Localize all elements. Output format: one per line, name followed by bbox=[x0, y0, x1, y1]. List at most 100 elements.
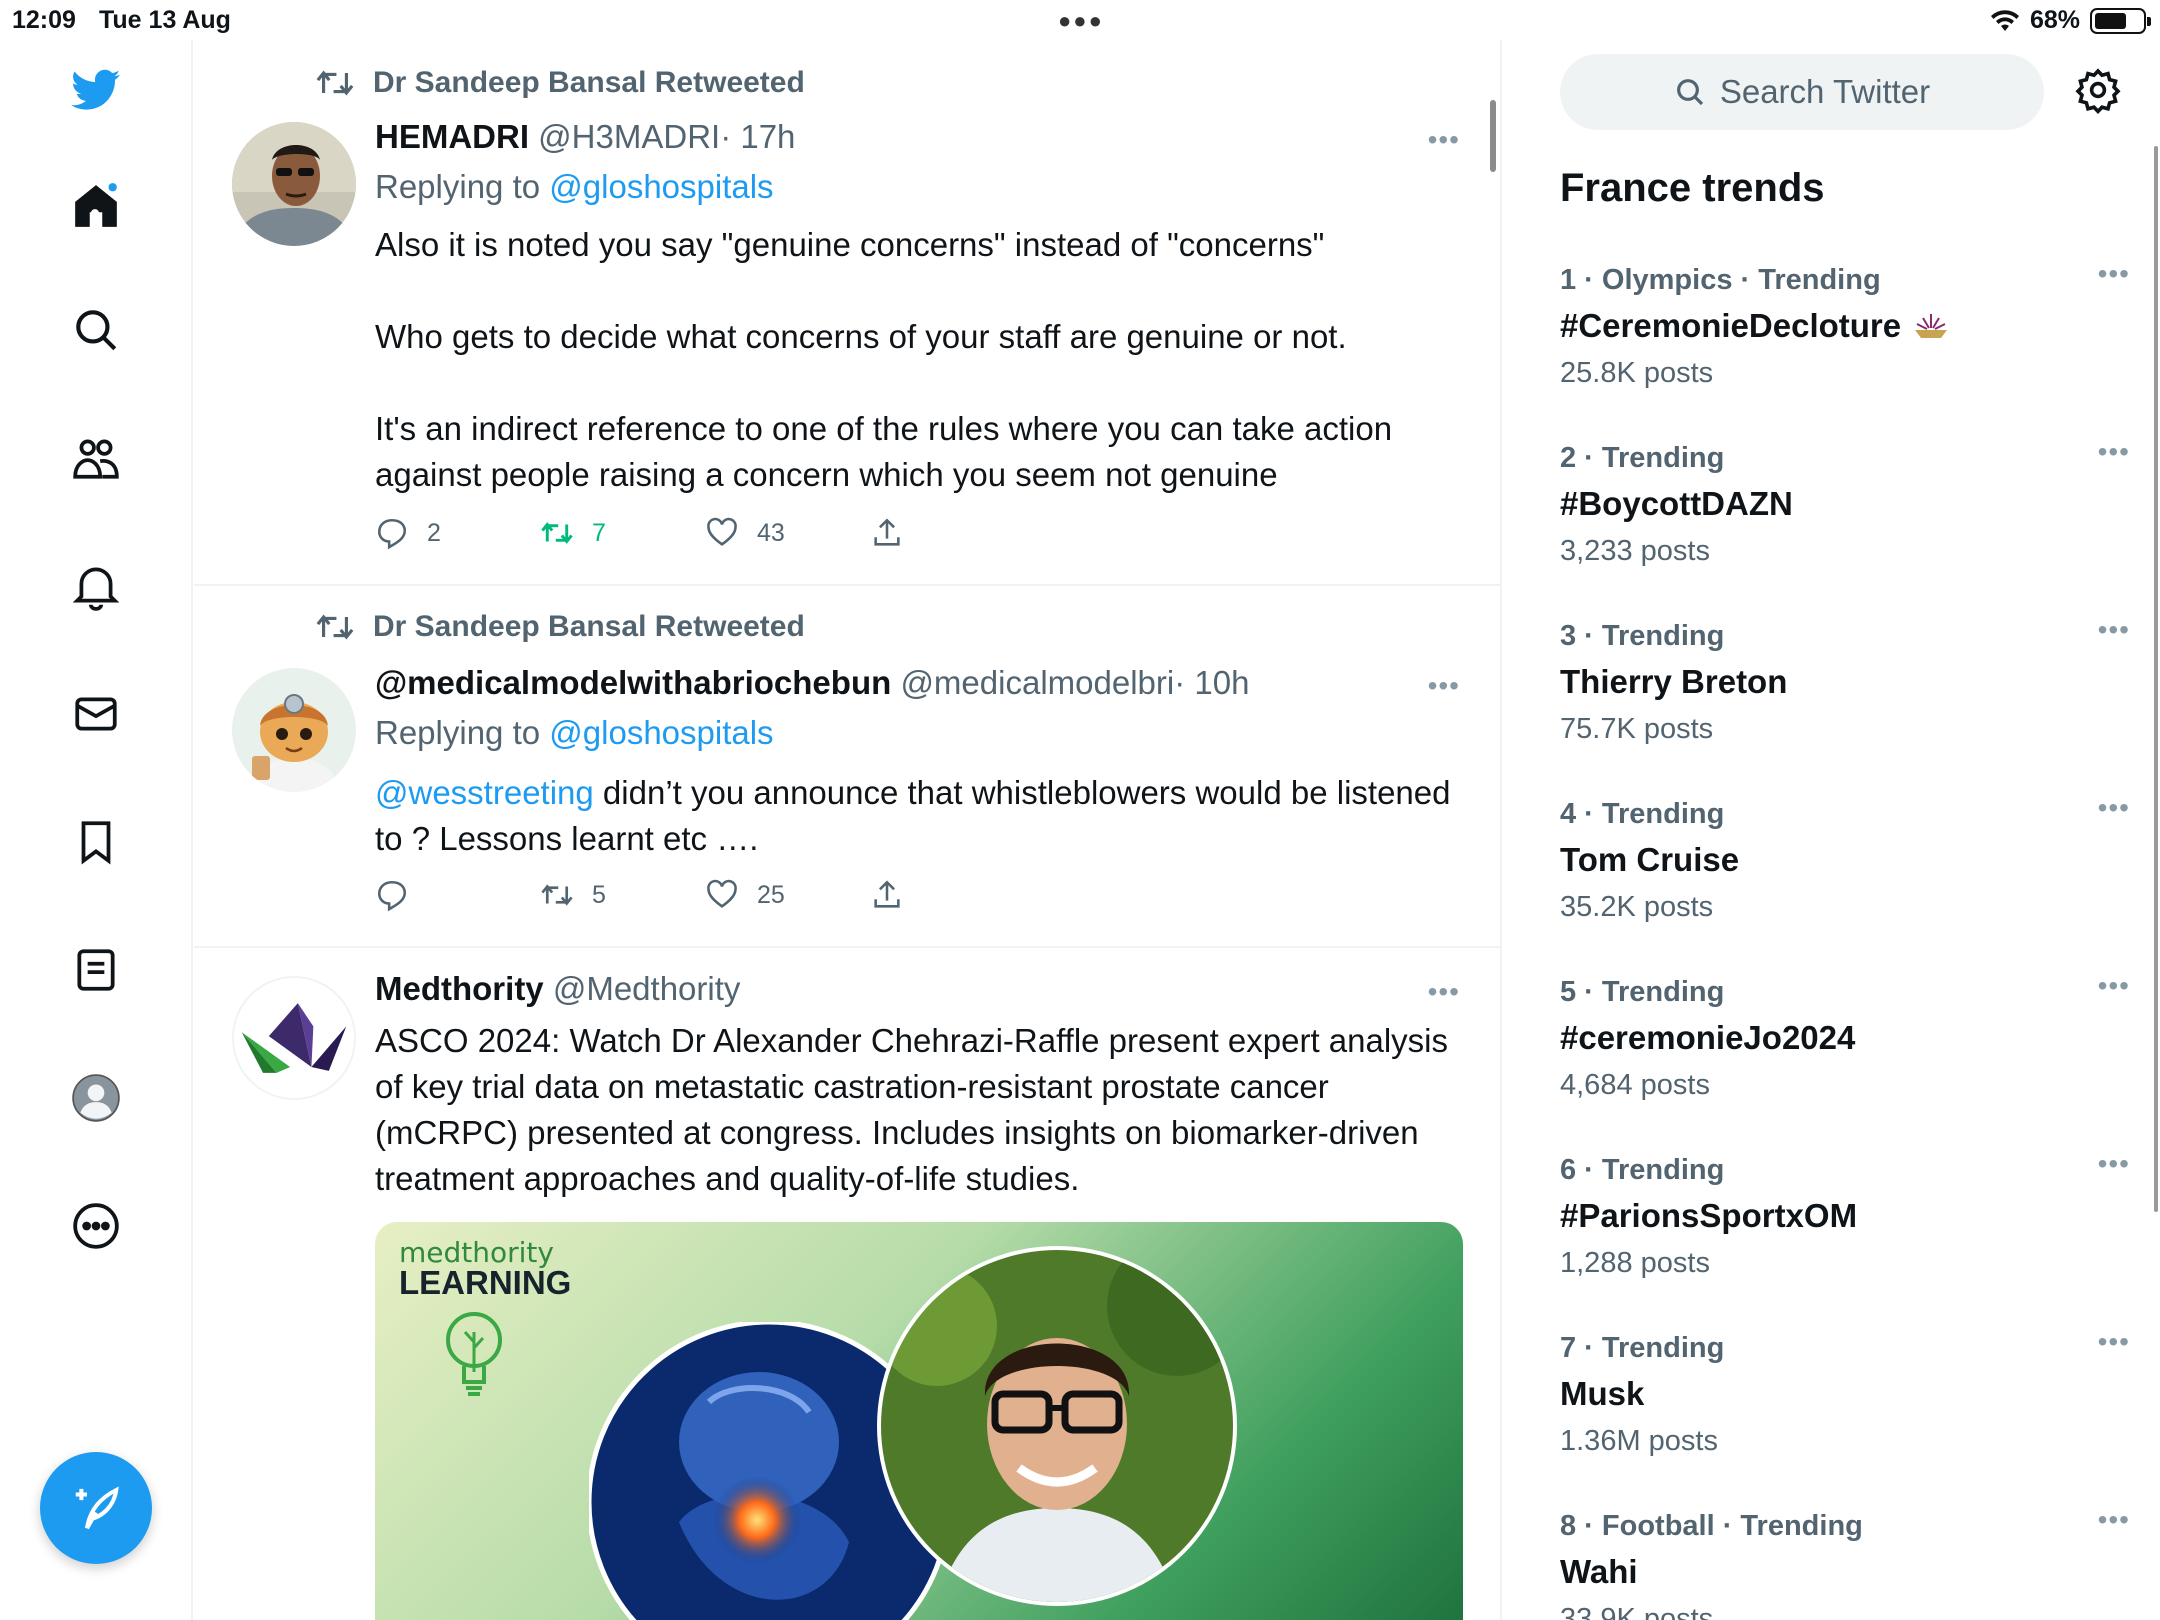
lightbulb-icon bbox=[446, 1312, 502, 1396]
tweet-header: Medthority @Medthority bbox=[375, 970, 740, 1008]
search-placeholder: Search Twitter bbox=[1719, 73, 1931, 110]
tweet-time[interactable]: · 10h bbox=[1174, 664, 1249, 701]
battery-percent: 68% bbox=[2029, 6, 2080, 34]
replying-to: Replying to @gloshospitals bbox=[375, 168, 774, 206]
trend-name: Thierry Breton bbox=[1560, 663, 1788, 700]
tweet-actions: 5 25 bbox=[375, 878, 1035, 912]
trend-item[interactable]: 2 · Trending #BoycottDAZN 3,233 posts ••… bbox=[1560, 436, 2129, 568]
tweet-card[interactable]: Medthority @Medthority ••• ASCO 2024: Wa… bbox=[194, 948, 1500, 1620]
like-count: 25 bbox=[757, 880, 785, 909]
tweet-paragraph: It's an indirect reference to one of the… bbox=[375, 410, 1393, 493]
trend-item[interactable]: 1 · Olympics · Trending #CeremonieDeclot… bbox=[1560, 258, 2129, 390]
tweet-paragraph: Who gets to decide what concerns of your… bbox=[375, 318, 1347, 355]
trend-posts: 33.9K posts bbox=[1560, 1603, 1714, 1620]
twitter-logo-icon[interactable] bbox=[66, 60, 126, 120]
avatar[interactable] bbox=[232, 122, 356, 246]
share-button[interactable] bbox=[870, 516, 1035, 550]
retweeted-by-label: Dr Sandeep Bansal Retweeted bbox=[373, 66, 805, 99]
trend-item[interactable]: 7 · Trending Musk 1.36M posts ••• bbox=[1560, 1326, 2129, 1458]
trend-meta: 7 · Trending bbox=[1560, 1332, 1725, 1364]
author-handle[interactable]: @H3MADRI bbox=[538, 118, 720, 155]
tweet-more-icon[interactable]: ••• bbox=[1428, 976, 1460, 1008]
more-icon[interactable] bbox=[66, 1196, 126, 1256]
home-timeline[interactable]: Dr Sandeep Bansal Retweeted HEMADRI @H3M… bbox=[194, 40, 1502, 1620]
trend-posts: 3,233 posts bbox=[1560, 535, 1710, 567]
sidebar-scrollbar[interactable] bbox=[2154, 146, 2158, 1212]
home-icon[interactable] bbox=[66, 176, 126, 236]
mention-link[interactable]: @gloshospitals bbox=[549, 168, 773, 205]
like-button[interactable]: 25 bbox=[705, 878, 870, 912]
trend-more-icon[interactable]: ••• bbox=[2098, 1148, 2130, 1180]
heart-icon bbox=[707, 517, 737, 546]
author-name[interactable]: HEMADRI bbox=[375, 118, 529, 155]
reply-icon bbox=[377, 518, 407, 550]
bookmarks-icon[interactable] bbox=[66, 812, 126, 872]
trend-more-icon[interactable]: ••• bbox=[2098, 970, 2130, 1002]
trend-posts: 75.7K posts bbox=[1560, 713, 1714, 745]
search-icon bbox=[1676, 79, 1703, 106]
reply-count: 2 bbox=[427, 518, 441, 547]
tweet-more-icon[interactable]: ••• bbox=[1428, 124, 1460, 156]
notifications-icon[interactable] bbox=[66, 556, 126, 616]
trend-name: Musk bbox=[1560, 1375, 1645, 1412]
multitasking-dots-icon[interactable]: ●●● bbox=[1058, 8, 1104, 34]
trend-more-icon[interactable]: ••• bbox=[2098, 1504, 2130, 1536]
reply-button[interactable]: 2 bbox=[375, 516, 540, 550]
tweet-card[interactable]: Dr Sandeep Bansal Retweeted HEMADRI @H3M… bbox=[194, 40, 1500, 586]
avatar[interactable] bbox=[232, 976, 356, 1100]
trend-posts: 35.2K posts bbox=[1560, 891, 1714, 923]
media-brand-subtitle: LEARNING bbox=[399, 1264, 572, 1301]
trend-item[interactable]: 8 · Football · Trending Wahi 33.9K posts… bbox=[1560, 1504, 2129, 1620]
mention-link[interactable]: @gloshospitals bbox=[549, 714, 773, 751]
mention-link[interactable]: @wesstreeting bbox=[375, 774, 594, 811]
trend-more-icon[interactable]: ••• bbox=[2098, 614, 2130, 646]
like-button[interactable]: 43 bbox=[705, 516, 870, 550]
settings-gear-icon[interactable] bbox=[2074, 66, 2126, 118]
tweet-header: HEMADRI @H3MADRI· 17h bbox=[375, 118, 795, 156]
trend-more-icon[interactable]: ••• bbox=[2098, 1326, 2130, 1358]
trend-name: #ParionsSportxOM bbox=[1560, 1197, 1858, 1234]
trend-more-icon[interactable]: ••• bbox=[2098, 792, 2130, 824]
messages-icon[interactable] bbox=[66, 684, 126, 744]
lists-icon[interactable] bbox=[66, 940, 126, 1000]
trend-meta: 1 · Olympics · Trending bbox=[1560, 264, 1881, 296]
tweet-more-icon[interactable]: ••• bbox=[1428, 670, 1460, 702]
retweet-context: Dr Sandeep Bansal Retweeted bbox=[315, 610, 805, 644]
retweet-button[interactable]: 7 bbox=[540, 516, 705, 550]
status-date: Tue 13 Aug bbox=[99, 6, 231, 34]
communities-icon[interactable] bbox=[66, 428, 126, 488]
tweet-time[interactable]: · 17h bbox=[720, 118, 795, 155]
trend-item[interactable]: 4 · Trending Tom Cruise 35.2K posts ••• bbox=[1560, 792, 2129, 924]
tweet-media-image[interactable]: medthority LEARNING bbox=[375, 1222, 1463, 1620]
trend-item[interactable]: 6 · Trending #ParionsSportxOM 1,288 post… bbox=[1560, 1148, 2129, 1280]
trend-meta: 2 · Trending bbox=[1560, 442, 1725, 474]
tweet-card[interactable]: Dr Sandeep Bansal Retweeted @medicalmode… bbox=[194, 586, 1500, 948]
timeline-scrollbar[interactable] bbox=[1490, 100, 1496, 172]
search-input[interactable]: Search Twitter bbox=[1560, 54, 2044, 130]
author-name[interactable]: Medthority bbox=[375, 970, 544, 1007]
retweet-button[interactable]: 5 bbox=[540, 878, 705, 912]
author-name[interactable]: @medicalmodelwithabriochebun bbox=[375, 664, 891, 701]
trend-more-icon[interactable]: ••• bbox=[2098, 258, 2130, 290]
profile-icon[interactable] bbox=[66, 1068, 126, 1128]
trend-more-icon[interactable]: ••• bbox=[2098, 436, 2130, 468]
avatar[interactable] bbox=[232, 668, 356, 792]
retweeted-by-label: Dr Sandeep Bansal Retweeted bbox=[373, 610, 805, 643]
retweet-context: Dr Sandeep Bansal Retweeted bbox=[315, 66, 805, 100]
trend-item[interactable]: 5 · Trending #ceremonieJo2024 4,684 post… bbox=[1560, 970, 2129, 1102]
trend-meta: 5 · Trending bbox=[1560, 976, 1725, 1008]
author-handle[interactable]: @Medthority bbox=[553, 970, 741, 1007]
battery-icon bbox=[2090, 7, 2151, 34]
speaker-photo bbox=[877, 1246, 1237, 1606]
olympic-flame-icon bbox=[1915, 314, 1948, 338]
share-button[interactable] bbox=[870, 878, 1035, 912]
status-bar: 12:09 Tue 13 Aug ●●● 68% bbox=[0, 0, 2160, 40]
trend-posts: 25.8K posts bbox=[1560, 357, 1714, 389]
search-icon[interactable] bbox=[66, 300, 126, 360]
author-handle[interactable]: @medicalmodelbri bbox=[900, 664, 1174, 701]
retweet-count: 5 bbox=[592, 880, 606, 909]
trend-item[interactable]: 3 · Trending Thierry Breton 75.7K posts … bbox=[1560, 614, 2129, 746]
reply-button[interactable] bbox=[375, 878, 540, 912]
status-right: 68% bbox=[1990, 6, 2151, 35]
compose-button[interactable] bbox=[40, 1452, 152, 1564]
